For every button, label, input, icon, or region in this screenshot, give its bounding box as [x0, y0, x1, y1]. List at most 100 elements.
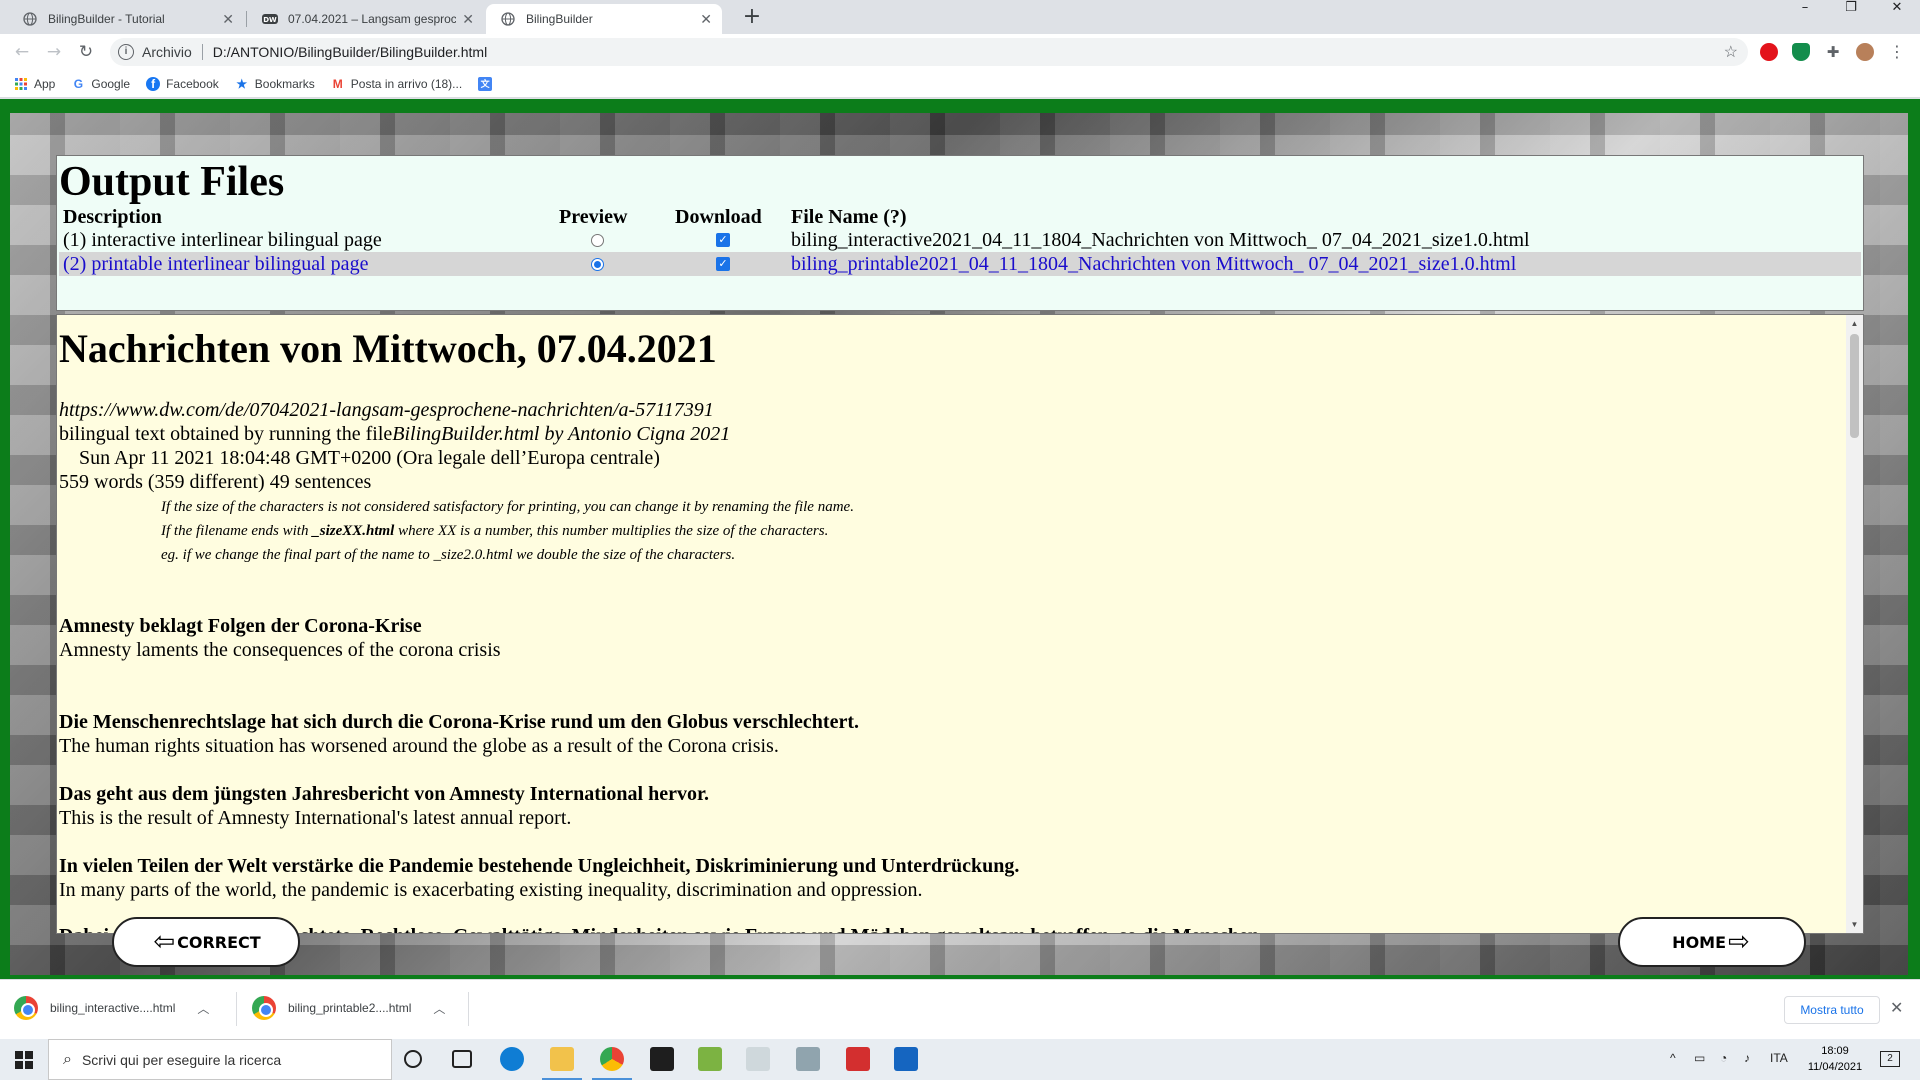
- bilingual-content-panel: Nachrichten von Mittwoch, 07.04.2021 htt…: [56, 314, 1864, 934]
- extensions-puzzle-icon[interactable]: ✚: [1824, 43, 1842, 61]
- size-note-line2: If the filename ends with _sizeXX.html w…: [161, 523, 828, 540]
- bookmark-bookmarks[interactable]: ★ Bookmarks: [235, 76, 315, 91]
- new-tab-button[interactable]: +: [738, 4, 766, 32]
- bookmark-label: Bookmarks: [254, 76, 315, 91]
- language-indicator[interactable]: ITA: [1770, 1051, 1788, 1065]
- windows-start-icon[interactable]: [0, 1039, 48, 1080]
- reload-icon[interactable]: ↻: [72, 38, 100, 66]
- sentence-german[interactable]: Die Menschenrechtslage hat sich durch di…: [59, 711, 859, 734]
- scroll-down-arrow-icon[interactable]: ▼: [1846, 916, 1863, 933]
- back-arrow-icon[interactable]: ←: [8, 38, 36, 66]
- tab-close-icon[interactable]: ✕: [462, 11, 474, 28]
- obtained-prefix: bilingual text obtained by running the f…: [59, 423, 393, 445]
- output-files-panel: Output Files Description Preview Downloa…: [56, 155, 1864, 311]
- sentence-german[interactable]: Amnesty beklagt Folgen der Corona-Krise: [59, 615, 422, 638]
- column-header-preview: Preview: [559, 206, 628, 228]
- sentence-english: This is the result of Amnesty Internatio…: [59, 807, 572, 829]
- home-button[interactable]: HOME ⇨: [1618, 917, 1806, 967]
- edge-icon[interactable]: [500, 1047, 524, 1071]
- bookmark-star-icon[interactable]: ☆: [1724, 42, 1738, 62]
- tab-close-icon[interactable]: ✕: [700, 11, 712, 28]
- notifications-icon[interactable]: 2: [1880, 1051, 1900, 1067]
- maximize-button[interactable]: ❐: [1828, 0, 1874, 30]
- forward-arrow-icon[interactable]: →: [40, 38, 68, 66]
- preview-radio[interactable]: [591, 234, 604, 247]
- output-description[interactable]: (2) printable interlinear bilingual page: [63, 252, 368, 276]
- preview-radio[interactable]: [591, 258, 604, 271]
- scroll-thumb[interactable]: [1850, 334, 1859, 438]
- kebab-menu-icon[interactable]: ⋮: [1888, 43, 1906, 61]
- cortana-icon[interactable]: [404, 1050, 422, 1068]
- close-window-button[interactable]: ✕: [1874, 0, 1920, 30]
- note-text: If the filename ends with: [161, 523, 313, 539]
- taskbar-clock[interactable]: 18:09 11/04/2021: [1800, 1043, 1870, 1075]
- sentence-german[interactable]: In vielen Teilen der Welt verstärke die …: [59, 855, 1019, 878]
- download-item[interactable]: biling_interactive....html ︿: [14, 990, 209, 1026]
- generation-date: Sun Apr 11 2021 18:04:48 GMT+0200 (Ora l…: [79, 447, 660, 469]
- file-explorer-icon[interactable]: [550, 1047, 574, 1071]
- output-row-printable[interactable]: (2) printable interlinear bilingual page…: [59, 252, 1861, 276]
- scroll-up-arrow-icon[interactable]: ▲: [1846, 315, 1863, 332]
- content-scrollbar[interactable]: ▲ ▼: [1846, 315, 1863, 933]
- search-placeholder: Scrivi qui per eseguire la ricerca: [81, 1051, 282, 1068]
- bookmark-translate[interactable]: 文: [478, 76, 498, 91]
- feather-app-icon[interactable]: [746, 1047, 770, 1071]
- download-divider: [236, 992, 237, 1026]
- url-text[interactable]: D:/ANTONIO/BilingBuilder/BilingBuilder.h…: [213, 44, 487, 60]
- bookmark-google[interactable]: G Google: [71, 77, 130, 91]
- notes-app-icon[interactable]: [796, 1047, 820, 1071]
- tab-close-icon[interactable]: ✕: [222, 11, 234, 28]
- photos-app-icon[interactable]: [894, 1047, 918, 1071]
- bookmark-label: Posta in arrivo (18)...: [350, 76, 463, 91]
- output-filename[interactable]: biling_printable2021_04_11_1804_Nachrich…: [791, 252, 1516, 276]
- tab-biling-tutorial[interactable]: BilingBuilder - Tutorial ✕: [8, 4, 244, 34]
- opera-extension-icon[interactable]: [1760, 43, 1778, 61]
- taskbar-search[interactable]: ⌕ Scrivi qui per eseguire la ricerca: [48, 1039, 392, 1080]
- acrobat-icon[interactable]: [846, 1047, 870, 1071]
- close-icon[interactable]: ✕: [1890, 998, 1903, 1018]
- globe-icon: [22, 11, 38, 27]
- info-icon[interactable]: i: [118, 44, 134, 60]
- chrome-file-icon: [252, 996, 276, 1020]
- column-header-filename[interactable]: File Name (?): [791, 206, 907, 229]
- speaker-icon[interactable]: ♪: [1744, 1051, 1750, 1065]
- address-bar[interactable]: i Archivio D:/ANTONIO/BilingBuilder/Bili…: [110, 38, 1748, 66]
- star-icon: ★: [236, 76, 248, 91]
- terminal-icon[interactable]: [650, 1047, 674, 1071]
- chevron-up-icon[interactable]: ︿: [433, 1000, 445, 1017]
- output-row-interactive: (1) interactive interlinear bilingual pa…: [59, 228, 1861, 252]
- shield-extension-icon[interactable]: [1792, 43, 1810, 61]
- show-all-button[interactable]: Mostra tutto: [1784, 996, 1880, 1024]
- chevron-up-icon[interactable]: ^: [1670, 1051, 1676, 1065]
- minimize-button[interactable]: –: [1782, 0, 1828, 30]
- tab-label: BilingBuilder: [526, 12, 593, 26]
- note-filename-suffix: _sizeXX.html: [312, 523, 395, 539]
- download-checkbox[interactable]: ✓: [716, 257, 730, 271]
- correct-button[interactable]: ⇦ CORRECT: [112, 917, 300, 967]
- clock-time: 18:09: [1821, 1045, 1849, 1057]
- output-description: (1) interactive interlinear bilingual pa…: [63, 229, 382, 251]
- tab-bilingbuilder[interactable]: BilingBuilder ✕: [486, 4, 722, 34]
- article-title: Nachrichten von Mittwoch, 07.04.2021: [59, 326, 717, 371]
- download-divider: [468, 992, 469, 1026]
- device-icon[interactable]: ▭: [1694, 1051, 1705, 1065]
- task-view-icon[interactable]: [452, 1050, 472, 1068]
- bookmark-label: Facebook: [166, 76, 219, 91]
- chrome-icon[interactable]: [600, 1047, 624, 1071]
- bookmark-apps[interactable]: App: [14, 77, 55, 91]
- download-checkbox[interactable]: ✓: [716, 233, 730, 247]
- size-note-line1: If the size of the characters is not con…: [161, 499, 854, 515]
- download-item[interactable]: biling_printable2....html ︿: [252, 990, 445, 1026]
- chevron-up-icon[interactable]: ︿: [197, 1000, 209, 1017]
- correct-label: CORRECT: [177, 932, 261, 952]
- sentence-english: The human rights situation has worsened …: [59, 735, 779, 757]
- tab-strip: BilingBuilder - Tutorial ✕ DW 07.04.2021…: [0, 0, 1920, 34]
- wifi-icon[interactable]: ◔: [1720, 1051, 1727, 1065]
- browser-toolbar: ← → ↻ i Archivio D:/ANTONIO/BilingBuilde…: [0, 34, 1920, 70]
- bookmark-gmail[interactable]: M Posta in arrivo (18)...: [331, 77, 462, 91]
- avatar[interactable]: [1856, 43, 1874, 61]
- notepad-plus-icon[interactable]: [698, 1047, 722, 1071]
- bookmark-facebook[interactable]: f Facebook: [146, 76, 219, 91]
- tab-dw-news[interactable]: DW 07.04.2021 – Langsam gesproche ✕: [248, 4, 484, 34]
- sentence-german[interactable]: Das geht aus dem jüngsten Jahresbericht …: [59, 783, 709, 806]
